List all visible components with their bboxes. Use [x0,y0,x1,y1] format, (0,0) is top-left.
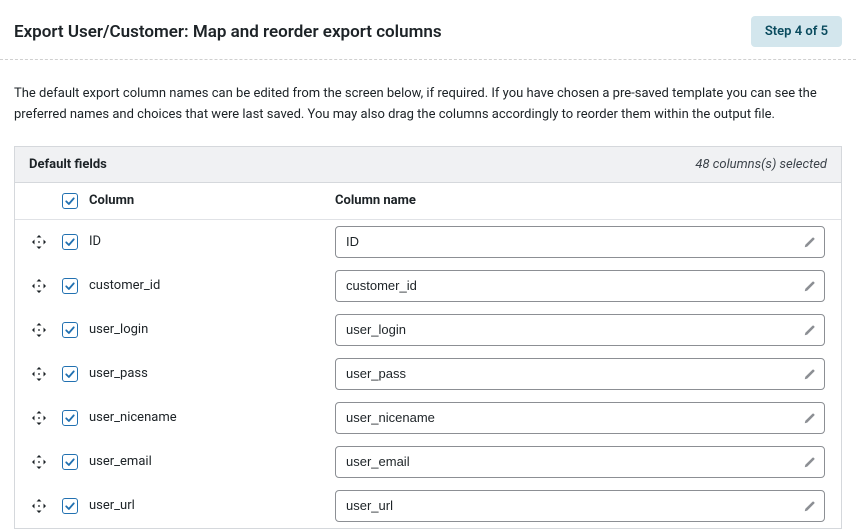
column-name-input[interactable] [335,270,825,302]
drag-handle-icon[interactable] [31,322,47,338]
table-row: user_url [15,484,841,528]
column-name-input[interactable] [335,446,825,478]
drag-handle-icon[interactable] [31,366,47,382]
table-row: customer_id [15,264,841,308]
drag-handle-icon[interactable] [31,454,47,470]
step-badge: Step 4 of 5 [751,16,842,47]
row-checkbox[interactable] [62,366,78,382]
row-checkbox[interactable] [62,234,78,250]
drag-handle-icon[interactable] [31,410,47,426]
table-row: user_nicename [15,396,841,440]
field-label: user_nicename [89,410,177,425]
section-title: Default fields [29,157,107,172]
field-label: user_login [89,322,148,337]
row-checkbox[interactable] [62,322,78,338]
column-name-input[interactable] [335,314,825,346]
page-title: Export User/Customer: Map and reorder ex… [14,22,442,42]
field-label: user_pass [89,366,148,381]
page-description: The default export column names can be e… [0,60,856,146]
field-label: customer_id [89,278,160,293]
column-name-input[interactable] [335,402,825,434]
field-label: user_url [89,498,135,513]
pencil-icon[interactable] [803,367,817,381]
table-row: user_email [15,440,841,484]
columns-table: Default fields 48 columns(s) selected Co… [14,146,842,529]
row-checkbox[interactable] [62,454,78,470]
column-name-header: Column name [335,193,833,208]
column-header: Column [85,193,335,208]
table-row: user_login [15,308,841,352]
row-checkbox[interactable] [62,278,78,294]
table-header: Column Column name [15,183,841,220]
pencil-icon[interactable] [803,411,817,425]
pencil-icon[interactable] [803,499,817,513]
pencil-icon[interactable] [803,279,817,293]
field-label: ID [89,234,101,249]
pencil-icon[interactable] [803,455,817,469]
field-label: user_email [89,454,152,469]
selected-count: 48 columns(s) selected [695,157,827,172]
column-name-input[interactable] [335,358,825,390]
row-checkbox[interactable] [62,410,78,426]
check-icon [64,195,76,207]
drag-handle-icon[interactable] [31,278,47,294]
drag-handle-icon[interactable] [31,498,47,514]
row-checkbox[interactable] [62,498,78,514]
drag-handle-icon[interactable] [31,234,47,250]
select-all-checkbox[interactable] [62,193,78,209]
pencil-icon[interactable] [803,235,817,249]
table-row: ID [15,220,841,264]
column-name-input[interactable] [335,226,825,258]
pencil-icon[interactable] [803,323,817,337]
table-row: user_pass [15,352,841,396]
column-name-input[interactable] [335,490,825,522]
